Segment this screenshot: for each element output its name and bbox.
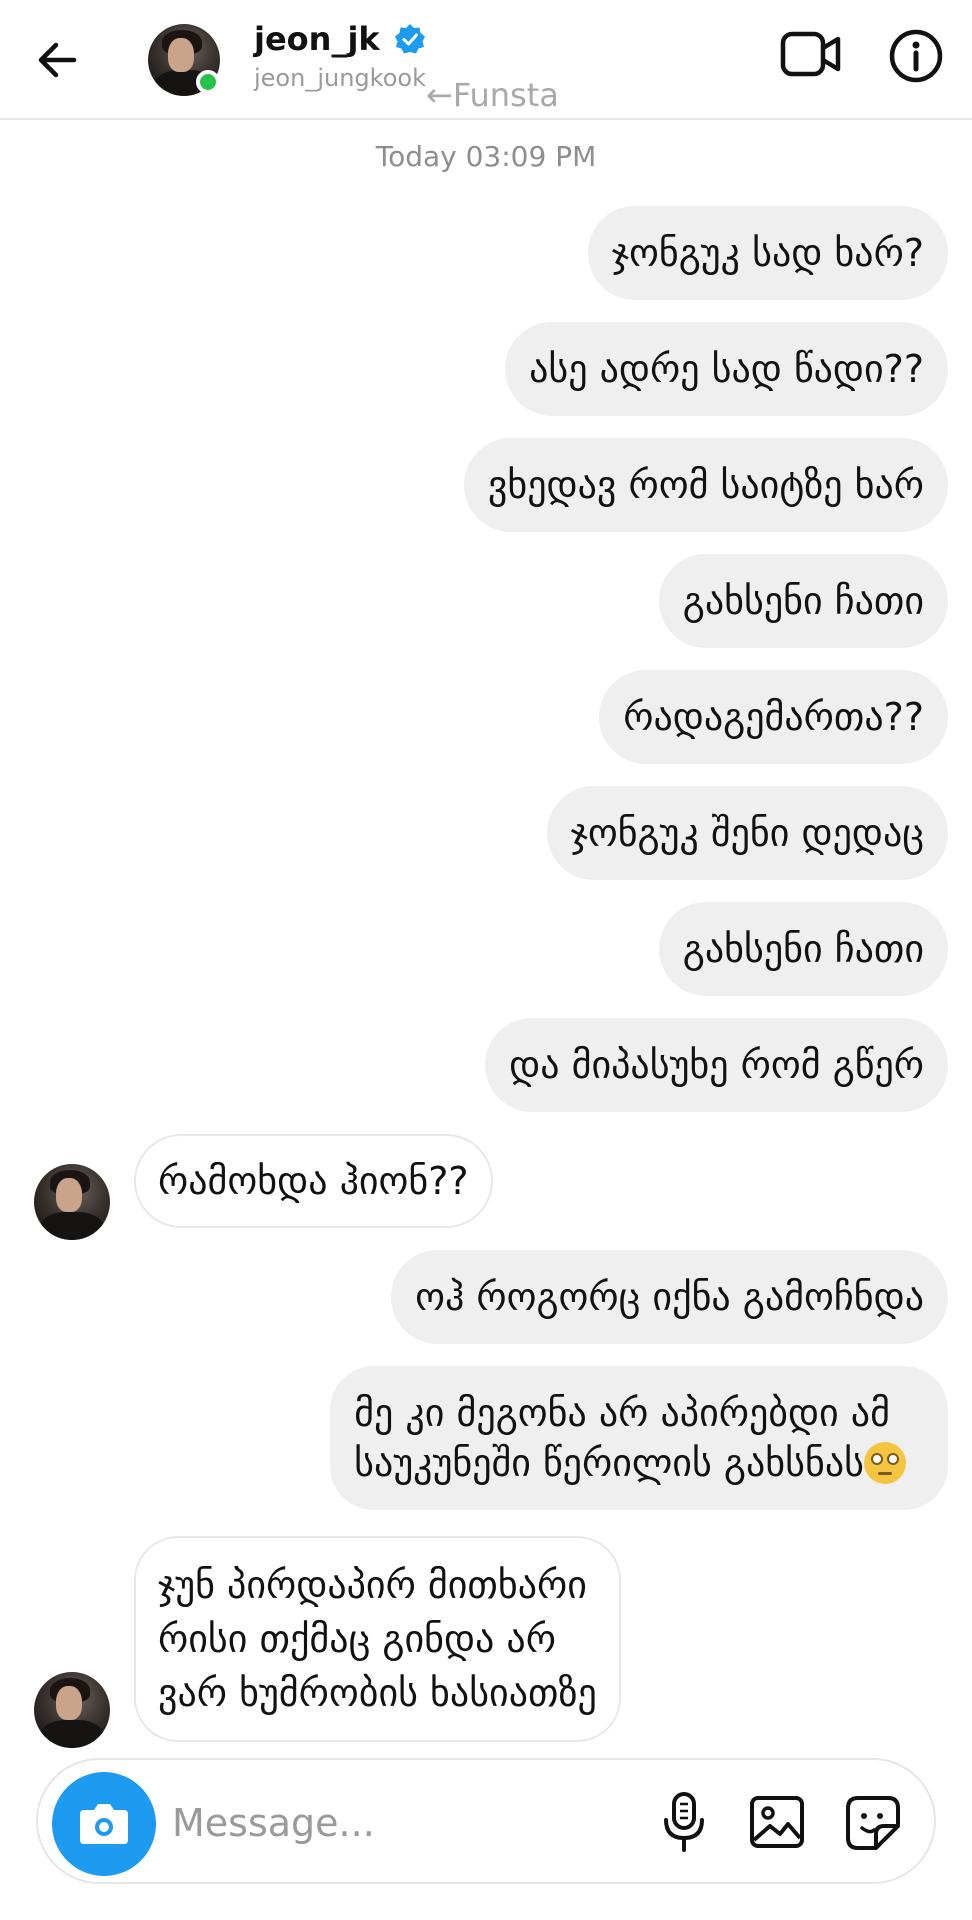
gallery-button[interactable] xyxy=(748,1794,806,1850)
info-icon xyxy=(889,29,943,83)
verified-badge-icon xyxy=(394,24,425,54)
outgoing-message[interactable]: ვხედავ რომ საიტზე ხარ xyxy=(463,438,948,532)
info-button[interactable] xyxy=(888,28,944,84)
outgoing-message[interactable]: და მიპასუხე რომ გწერ xyxy=(485,1018,948,1112)
contact-username: jeon_jungkook xyxy=(254,64,426,92)
camera-icon xyxy=(80,1804,128,1844)
microphone-button[interactable] xyxy=(656,1790,712,1854)
sticker-icon xyxy=(846,1796,900,1850)
microphone-icon xyxy=(664,1792,704,1852)
incoming-message[interactable]: ჯუნ პირდაპირ მითხარი რისი თქმაც გინდა არ… xyxy=(134,1536,621,1742)
online-status-indicator xyxy=(196,70,220,94)
camera-button[interactable] xyxy=(52,1772,156,1876)
outgoing-message[interactable]: ჯონგუკ სად ხარ? xyxy=(587,206,948,300)
message-line: ჯუნ პირდაპირ მითხარი xyxy=(158,1563,587,1607)
video-call-button[interactable] xyxy=(780,28,842,80)
sender-avatar[interactable] xyxy=(34,1164,110,1240)
outgoing-message[interactable]: ასე ადრე სად წადი?? xyxy=(505,322,948,416)
back-button[interactable] xyxy=(28,30,88,90)
video-call-icon xyxy=(780,31,841,77)
sticker-button[interactable] xyxy=(844,1794,902,1852)
contact-display-name[interactable]: jeon_jk xyxy=(254,20,380,58)
chat-header: jeon_jk jeon_jungkook ←Funsta xyxy=(0,0,972,120)
outgoing-message[interactable]: ოჰ როგორც იქნა გამოჩნდა xyxy=(391,1250,948,1344)
message-input[interactable] xyxy=(170,1794,614,1852)
outgoing-message[interactable]: მე კი მეგონა არ აპირებდი ამ საუკუნეში წე… xyxy=(330,1366,948,1510)
thread-timestamp: Today 03:09 PM xyxy=(375,140,597,173)
message-line: ვარ ხუმრობის ხასიათზე xyxy=(158,1671,597,1715)
message-line: რისი თქმაც გინდა არ xyxy=(158,1617,556,1661)
incoming-message[interactable]: რამოხდა ჰიონ?? xyxy=(134,1134,493,1228)
watermark-text: ←Funsta xyxy=(426,76,559,114)
outgoing-message[interactable]: გახსენი ჩათი xyxy=(658,554,948,648)
outgoing-message[interactable]: რადაგემართა?? xyxy=(599,670,948,764)
message-line: საუკუნეში წერილის გახსნას xyxy=(354,1438,906,1488)
contact-info[interactable]: jeon_jk jeon_jungkook xyxy=(254,20,427,92)
sender-avatar[interactable] xyxy=(34,1672,110,1748)
profile-avatar[interactable] xyxy=(148,24,220,96)
gallery-icon xyxy=(750,1796,804,1848)
outgoing-message[interactable]: გახსენი ჩათი xyxy=(658,902,948,996)
rolling-eyes-emoji-icon xyxy=(864,1442,906,1484)
outgoing-message[interactable]: ჯონგუკ შენი დედაც xyxy=(546,786,948,880)
message-line: მე კი მეგონა არ აპირებდი ამ xyxy=(354,1391,890,1435)
message-composer xyxy=(36,1758,936,1884)
back-arrow-icon xyxy=(38,42,77,78)
